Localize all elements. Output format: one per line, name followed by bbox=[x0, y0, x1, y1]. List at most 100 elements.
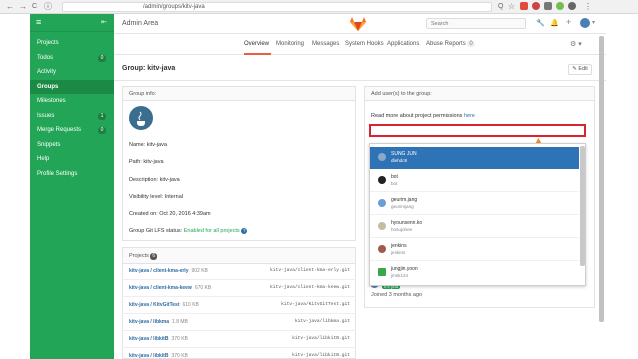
tab-applications[interactable]: Applications bbox=[387, 41, 419, 47]
project-name[interactable]: kitv-java / libkitB bbox=[129, 336, 168, 342]
group-info-header: Group info: bbox=[123, 87, 355, 101]
projects-header: Projects 6 bbox=[123, 248, 355, 264]
sidebar-item-milestones[interactable]: Milestones bbox=[30, 94, 114, 109]
extension-green-icon[interactable] bbox=[556, 2, 564, 10]
sidebar: ≡ ⇤ Projects Todos 0 Activity Groups Mile… bbox=[30, 14, 114, 359]
profile-icon[interactable] bbox=[568, 2, 576, 10]
edit-label: Edit bbox=[578, 66, 588, 72]
hamburger-icon[interactable]: ≡ bbox=[36, 17, 41, 27]
list-item[interactable]: hyounsenn.ko hosujohee bbox=[370, 216, 579, 238]
forward-icon[interactable]: → bbox=[19, 2, 27, 12]
tab-overview[interactable]: Overview bbox=[244, 41, 269, 47]
project-git-path: kitv-java/libkma.git bbox=[294, 319, 350, 324]
group-lfs-status: Group Git LFS status: Enabled for all pr… bbox=[129, 228, 248, 234]
permissions-here-link[interactable]: here bbox=[464, 113, 475, 119]
project-link[interactable]: kitv-java / libkma 1.8 MB bbox=[129, 319, 188, 325]
user-display-name: SUNG JUN bbox=[391, 151, 417, 157]
sidebar-item-merge-requests[interactable]: Merge Requests 0 bbox=[30, 123, 114, 138]
project-name[interactable]: kitv-java / libkma bbox=[129, 319, 169, 325]
user-select-dropdown[interactable]: SUNG JUN dlehdc8 bot bot geurim.jang geu… bbox=[369, 143, 586, 286]
group-name: Name: kitv-java bbox=[129, 142, 167, 148]
project-link[interactable]: kitv-java / libkitB 370 KB bbox=[129, 353, 188, 359]
list-item[interactable]: geurim.jang geurimjang bbox=[370, 193, 579, 215]
list-item[interactable]: bot bot bbox=[370, 170, 579, 192]
project-git-path: kitv-java/libkitB.git bbox=[292, 353, 350, 358]
tab-monitoring[interactable]: Monitoring bbox=[276, 41, 304, 47]
project-name[interactable]: kitv-java / client-kma-erly bbox=[129, 268, 188, 274]
sidebar-top: ≡ ⇤ bbox=[30, 14, 114, 32]
sidebar-item-issues[interactable]: Issues 1 bbox=[30, 109, 114, 124]
table-row[interactable]: kitv-java / libkitB 370 KB kitv-java/libk… bbox=[122, 331, 356, 348]
sidebar-item-help[interactable]: Help bbox=[30, 152, 114, 167]
sidebar-item-projects[interactable]: Projects bbox=[30, 36, 114, 51]
user-avatar-icon[interactable] bbox=[580, 18, 590, 28]
user-menu-caret-icon[interactable]: ▾ bbox=[592, 19, 595, 26]
address-bar[interactable]: /admin/groups/kitv-java bbox=[62, 2, 492, 12]
tab-abuse-reports[interactable]: Abuse Reports 0 bbox=[426, 41, 475, 47]
user-avatar-icon bbox=[378, 222, 386, 230]
collapse-sidebar-icon[interactable]: ⇤ bbox=[101, 18, 107, 26]
tab-messages[interactable]: Messages bbox=[312, 41, 339, 47]
gitlab-logo-icon[interactable] bbox=[350, 17, 366, 31]
table-row[interactable]: kitv-java / client-kma-keew 670 KB kitv-j… bbox=[122, 280, 356, 297]
sidebar-item-label: Snippets bbox=[37, 141, 61, 148]
plus-icon[interactable]: + bbox=[566, 17, 571, 27]
tab-system-hooks[interactable]: System Hooks bbox=[345, 41, 384, 47]
user-display-name: jungjin.yoon bbox=[391, 266, 418, 272]
zoom-icon[interactable]: Q bbox=[498, 2, 503, 12]
sidebar-item-label: Todos bbox=[37, 54, 54, 61]
user-avatar-icon bbox=[378, 153, 386, 161]
project-link[interactable]: kitv-java / libkitB 370 KB bbox=[129, 336, 188, 342]
bell-icon[interactable]: 🔔 bbox=[550, 19, 559, 27]
permissions-text: Read more about project permissions bbox=[371, 113, 463, 119]
project-name[interactable]: kitv-java / libkitB bbox=[129, 353, 168, 359]
list-item[interactable]: jenkins jenkins bbox=[370, 239, 579, 261]
edit-icon: ✎ bbox=[572, 66, 577, 72]
back-icon[interactable]: ← bbox=[6, 2, 14, 12]
project-name[interactable]: kitv-java / client-kma-keew bbox=[129, 285, 192, 291]
search-input[interactable] bbox=[426, 18, 526, 29]
settings-gear-icon[interactable]: ⚙ ▾ bbox=[570, 40, 582, 48]
user-username: jenkins bbox=[391, 250, 406, 255]
sidebar-item-snippets[interactable]: Snippets bbox=[30, 138, 114, 153]
table-row[interactable]: kitv-java / libkitB 370 KB kitv-java/libk… bbox=[122, 348, 356, 359]
bookmark-star-icon[interactable]: ☆ bbox=[508, 2, 515, 12]
page-title-bar: Group: kitv-java ✎ Edit bbox=[114, 56, 606, 81]
sidebar-item-label: Activity bbox=[37, 69, 57, 75]
sidebar-item-activity[interactable]: Activity bbox=[30, 65, 114, 80]
info-icon[interactable]: ⓘ bbox=[44, 2, 52, 12]
sidebar-item-label: Help bbox=[37, 156, 50, 162]
extension-record-icon[interactable] bbox=[532, 2, 540, 10]
extension-red-icon[interactable] bbox=[520, 2, 528, 10]
tab-active-indicator bbox=[244, 53, 271, 55]
table-row[interactable]: kitv-java / KitvGitTest 610 KB kitv-java/… bbox=[122, 297, 356, 314]
project-link[interactable]: kitv-java / client-kma-keew 670 KB bbox=[129, 285, 211, 291]
help-icon[interactable]: ? bbox=[241, 228, 248, 234]
page-scrollbar[interactable] bbox=[599, 36, 604, 322]
list-item[interactable]: SUNG JUN dlehdc8 bbox=[370, 147, 579, 169]
merge-requests-count-badge: 0 bbox=[98, 127, 106, 134]
sidebar-item-profile-settings[interactable]: Profile Settings bbox=[30, 167, 114, 182]
extension-cloud-icon[interactable] bbox=[544, 2, 552, 10]
project-link[interactable]: kitv-java / KitvGitTest 610 KB bbox=[129, 302, 199, 308]
sidebar-item-groups[interactable]: Groups bbox=[30, 79, 114, 94]
browser-menu-icon[interactable]: ⋮ bbox=[584, 2, 592, 12]
user-search-input[interactable] bbox=[369, 124, 586, 137]
list-item[interactable]: jungjin.yoon jmsk124 bbox=[370, 262, 579, 284]
sidebar-item-todos[interactable]: Todos 0 bbox=[30, 51, 114, 66]
group-path: Path: kitv-java bbox=[129, 159, 164, 165]
reload-icon[interactable]: C bbox=[32, 2, 37, 12]
project-name[interactable]: kitv-java / KitvGitTest bbox=[129, 302, 179, 308]
group-created: Created on: Oct 20, 2016 4:39am bbox=[129, 211, 211, 217]
user-username: jmsk124 bbox=[391, 273, 409, 278]
table-row[interactable]: kitv-java / libkma 1.8 MB kitv-java/libkm… bbox=[122, 314, 356, 331]
add-user-header: Add user(s) to the group: bbox=[365, 87, 594, 101]
projects-title: Projects bbox=[129, 253, 149, 259]
table-row[interactable]: kitv-java / client-kma-erly 902 KB kitv-j… bbox=[122, 263, 356, 280]
page-title: Group: kitv-java bbox=[122, 65, 176, 72]
user-display-name: hyounsenn.ko bbox=[391, 220, 423, 226]
dropdown-scrollbar[interactable] bbox=[580, 146, 585, 266]
wrench-icon[interactable]: 🔧 bbox=[536, 19, 545, 27]
project-link[interactable]: kitv-java / client-kma-erly 902 KB bbox=[129, 268, 208, 274]
edit-button[interactable]: ✎ Edit bbox=[568, 64, 592, 75]
